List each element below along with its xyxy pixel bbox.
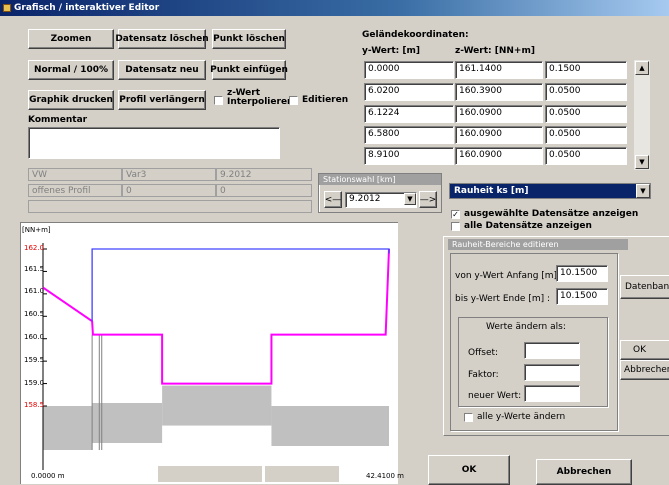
info-value-b: 0 [216,184,312,197]
coord-z-cell[interactable]: 160.0900 [455,105,543,123]
station-prev-button[interactable]: <— [324,191,342,208]
coord-y-cell[interactable]: 8.9100 [364,147,454,165]
water-level-series [91,248,390,322]
coord-k-cell[interactable]: 0.0500 [545,147,627,165]
interpolate-checkbox[interactable] [214,96,223,105]
coord-z-cell[interactable]: 160.0900 [455,147,543,165]
chart-status-cell [158,466,262,482]
profile-chart-svg[interactable] [21,223,399,485]
roughness-select-value: Rauheit ks [m] [454,186,529,196]
y-axis-label: [NN+m] [22,226,51,234]
y-tick-label: 161.5 [24,265,45,273]
y-column-header: y-Wert: [m] [362,46,420,56]
normal-zoom-button[interactable]: Normal / 100% [28,60,114,80]
panel-ok-button[interactable]: OK [620,340,669,360]
change-all-y-checkbox[interactable] [464,413,473,422]
delete-point-button[interactable]: Punkt löschen [212,29,286,49]
edit-label: Editieren [302,95,349,105]
coord-k-cell[interactable]: 0.0500 [545,83,627,101]
info-extra [28,200,312,213]
station-value: 9.2012 [349,194,381,204]
terrain-fill [92,403,163,443]
profile-chart[interactable]: [NN+m] 162.0 161.5 161.0 160.5 160.0 159… [20,222,404,485]
database-button[interactable]: Datenbank [620,275,669,299]
change-values-label: Werte ändern als: [486,322,566,332]
delete-record-button[interactable]: Datensatz löschen [115,29,209,49]
range-end-label: bis y-Wert Ende [m] : [455,294,550,304]
show-selected-label: ausgewählte Datensätze anzeigen [464,209,639,219]
y-tick-label: 160.5 [24,310,45,318]
factor-label: Faktor: [468,370,499,380]
panel-cancel-button[interactable]: Abbrechen [620,360,669,380]
coord-y-cell[interactable]: 6.1224 [364,105,454,123]
info-profile-type: offenes Profil [28,184,122,197]
coord-k-cell[interactable]: 0.0500 [545,126,627,144]
extend-profile-button[interactable]: Profil verlängern [118,90,206,110]
insert-point-button[interactable]: Punkt einfügen [210,60,288,80]
scroll-down-icon[interactable]: ▼ [635,155,649,169]
info-value-a: 0 [122,184,216,197]
x-tick-label: 42.4100 m [366,472,404,480]
factor-input[interactable] [524,364,580,381]
window-title: Grafisch / interaktiver Editor [14,3,160,13]
info-name: VW [28,168,122,181]
offset-input[interactable] [524,342,580,359]
new-value-label: neuer Wert: [468,391,522,401]
ok-button[interactable]: OK [428,455,510,485]
coord-z-cell[interactable]: 161.1400 [455,61,543,79]
show-all-checkbox[interactable] [451,222,460,231]
title-bar: Grafisch / interaktiver Editor [0,0,669,16]
chart-status-cell [265,466,339,482]
y-tick-label: 160.0 [24,333,45,341]
scroll-up-icon[interactable]: ▲ [635,61,649,75]
station-dropdown[interactable]: 9.2012 ▼ [345,192,417,208]
show-all-label: alle Datensätze anzeigen [464,221,592,231]
y-tick-label: 159.5 [24,356,45,364]
new-record-button[interactable]: Datensatz neu [118,60,206,80]
app-icon [3,4,11,12]
profile-line-series [42,248,390,385]
change-all-y-label: alle y-Werte ändern [477,412,566,422]
terrain-fill [162,385,272,426]
coord-y-cell[interactable]: 6.0200 [364,83,454,101]
y-tick-label: 159.0 [24,379,45,387]
chevron-down-icon[interactable]: ▼ [404,193,416,205]
range-start-input[interactable]: 10.1500 [556,265,608,282]
coord-scrollbar[interactable]: ▲ ▼ [634,60,650,170]
coord-z-cell[interactable]: 160.3900 [455,83,543,101]
x-tick-label: 0.0000 m [31,472,65,480]
y-tick-label: 161.0 [24,287,45,295]
coord-z-cell[interactable]: 160.0900 [455,126,543,144]
print-graphic-button[interactable]: Graphik drucken [28,90,114,110]
coord-y-cell[interactable]: 6.5800 [364,126,454,144]
station-select-label: Stationswahl [km] [319,174,441,185]
offset-label: Offset: [468,348,499,358]
y-tick-label: 162.0 [24,244,45,252]
chevron-down-icon[interactable]: ▼ [636,184,650,198]
terrain-fill [271,406,389,446]
roughness-select[interactable]: Rauheit ks [m] ▼ [449,183,651,199]
comment-input[interactable] [28,127,280,159]
new-value-input[interactable] [524,385,580,402]
coord-y-cell[interactable]: 0.0000 [364,61,454,79]
z-column-header: z-Wert: [NN+m] [455,46,535,56]
coord-k-cell[interactable]: 0.0500 [545,105,627,123]
cancel-button[interactable]: Abbrechen [536,459,632,485]
info-variant: Var3 [122,168,216,181]
station-next-button[interactable]: —> [419,191,437,208]
station-select-group: Stationswahl [km] <— 9.2012 ▼ —> [318,173,442,213]
info-station: 9.2012 [216,168,312,181]
comment-label: Kommentar [28,115,88,125]
terrain-coordinates-title: Geländekoordinaten: [362,30,469,40]
zoom-button[interactable]: Zoomen [28,29,114,49]
roughness-panel-title: Rauheit-Bereiche editieren [448,239,628,250]
edit-checkbox[interactable] [289,96,298,105]
range-start-label: von y-Wert Anfang [m] : [455,271,563,281]
show-selected-checkbox[interactable]: ✓ [451,210,460,219]
range-end-input[interactable]: 10.1500 [556,288,608,305]
interpolate-label: z-Wert Interpolieren [227,88,294,107]
coord-k-cell[interactable]: 0.1500 [545,61,627,79]
y-tick-label: 158.5 [24,401,45,409]
